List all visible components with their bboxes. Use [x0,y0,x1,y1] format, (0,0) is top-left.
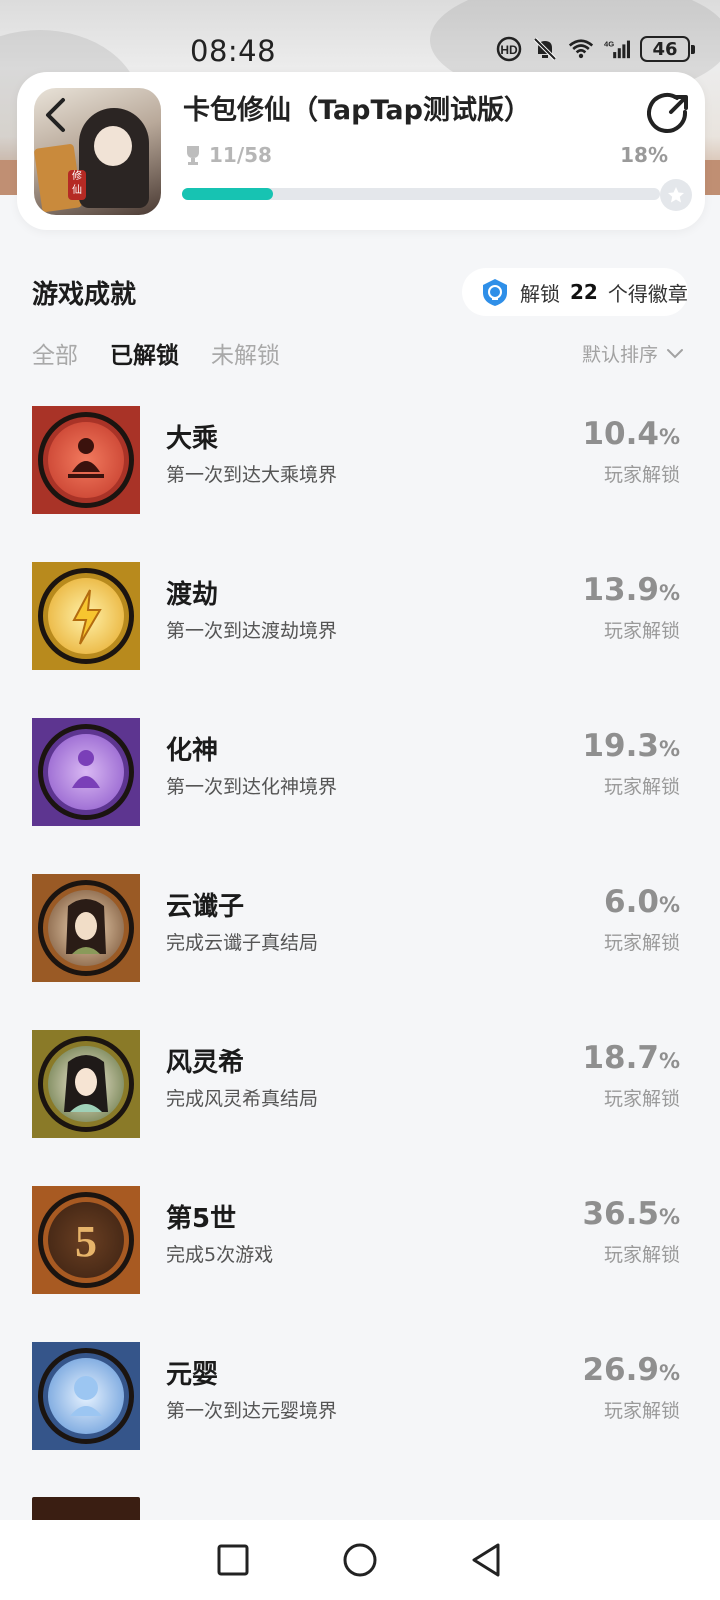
achievement-name: 云谶子 [166,892,245,922]
back-button[interactable] [36,95,76,135]
achievement-percent: 18.7% [582,1040,680,1076]
battery-indicator: 46 [640,36,695,62]
trophy-icon [187,146,199,165]
tab-unlocked[interactable]: 已解锁 [110,336,179,370]
chevron-left-icon [46,98,65,132]
svg-text:4G: 4G [604,40,614,49]
achievement-desc: 完成风灵希真结局 [166,1088,319,1110]
achievement-percent: 13.9% [582,572,680,608]
achievement-desc: 完成云谶子真结局 [166,932,319,954]
achievement-name: 元婴 [166,1360,219,1390]
share-button[interactable] [647,92,691,136]
achievement-item-partial [32,1497,140,1521]
achievement-name: 渡劫 [166,580,219,610]
achievement-name: 大乘 [166,424,219,454]
back-nav-button[interactable] [465,1538,509,1582]
sort-label: 默认排序 [581,344,658,366]
achievement-name: 化神 [166,736,219,766]
progress-percent: 18% [620,143,668,167]
infant-figure-icon [32,1342,140,1450]
home-button[interactable] [338,1538,382,1582]
achievement-item[interactable]: 风灵希 完成风灵希真结局 18.7% 玩家解锁 [0,1024,720,1180]
progress-end-marker [660,179,692,211]
achievement-percent-label: 玩家解锁 [603,776,680,798]
wifi-icon [568,36,594,62]
achievement-name: 风灵希 [166,1048,245,1078]
achievement-percent-label: 玩家解锁 [603,932,680,954]
achievement-percent: 19.3% [582,728,680,764]
achievement-percent: 36.5% [582,1196,680,1232]
achievement-item[interactable]: 元婴 第一次到达元婴境界 26.9% 玩家解锁 [0,1336,720,1492]
meditating-figure-icon [32,718,140,826]
number-five-icon: 5 [32,1186,140,1294]
mute-bell-icon [532,36,558,62]
svg-text:HD: HD [500,43,518,57]
achievement-item[interactable]: 化神 第一次到达化神境界 19.3% 玩家解锁 [0,712,720,868]
achievement-item[interactable]: 大乘 第一次到达大乘境界 10.4% 玩家解锁 [0,400,720,556]
badge-suffix: 个得徽章 [607,281,688,306]
system-navigation-bar [0,1520,720,1600]
badge-unlock-pill[interactable]: 解锁 22 个得徽章 [462,268,688,316]
game-title: 卡包修仙（TapTap测试版） [183,95,531,126]
progress-bar [182,188,660,200]
badge-count: 22 [570,280,598,304]
progress-bar-fill [182,188,273,200]
status-bar: 08:48 HD 4G 46 [0,30,720,74]
share-arrow-icon [647,92,688,133]
achievement-count: 11/58 [183,143,272,167]
achievement-percent: 10.4% [582,416,680,452]
status-icons: HD 4G 46 [496,36,695,62]
sort-dropdown[interactable]: 默认排序 [582,340,684,367]
achievement-name: 第5世 [166,1204,237,1234]
star-badge-icon [668,187,684,203]
badge-prefix: 解锁 [520,281,560,306]
achievement-percent: 6.0% [604,884,680,920]
character-portrait-icon [32,1030,140,1138]
triangle-back-icon [472,1543,500,1577]
character-portrait-icon [32,874,140,982]
status-time: 08:48 [190,34,277,68]
seated-figure-icon [32,406,140,514]
achievement-desc: 第一次到达大乘境界 [166,464,338,486]
achievement-list: 大乘 第一次到达大乘境界 10.4% 玩家解锁 渡劫 第一次到达渡劫境界 13.… [0,400,720,1492]
achievement-percent-label: 玩家解锁 [603,1400,680,1422]
achievement-item[interactable]: 渡劫 第一次到达渡劫境界 13.9% 玩家解锁 [0,556,720,712]
achievement-percent-label: 玩家解锁 [603,1088,680,1110]
achievement-count-text: 11/58 [209,143,272,167]
section-title: 游戏成就 [32,280,137,310]
svg-text:5: 5 [75,1217,97,1266]
achievement-percent-label: 玩家解锁 [603,620,680,642]
tab-locked[interactable]: 未解锁 [211,336,280,370]
achievement-percent: 26.9% [582,1352,680,1388]
cellular-signal-icon: 4G [604,36,630,62]
recents-button[interactable] [211,1538,255,1582]
hd-call-icon: HD [496,36,522,62]
lightning-icon [32,562,140,670]
achievement-desc: 第一次到达化神境界 [166,776,338,798]
achievement-desc: 第一次到达元婴境界 [166,1400,338,1422]
filter-tabs: 全部 已解锁 未解锁 [32,336,280,370]
achievement-percent-label: 玩家解锁 [603,464,680,486]
chevron-down-icon [667,348,683,358]
badge-shield-icon [483,279,507,306]
achievement-item[interactable]: 云谶子 完成云谶子真结局 6.0% 玩家解锁 [0,868,720,1024]
circle-icon [343,1543,377,1577]
achievement-desc: 第一次到达渡劫境界 [166,620,338,642]
achievement-item[interactable]: 5 第5世 完成5次游戏 36.5% 玩家解锁 [0,1180,720,1336]
square-icon [217,1544,249,1576]
achievement-percent-label: 玩家解锁 [603,1244,680,1266]
achievement-desc: 完成5次游戏 [166,1244,274,1266]
tab-all[interactable]: 全部 [32,336,78,370]
